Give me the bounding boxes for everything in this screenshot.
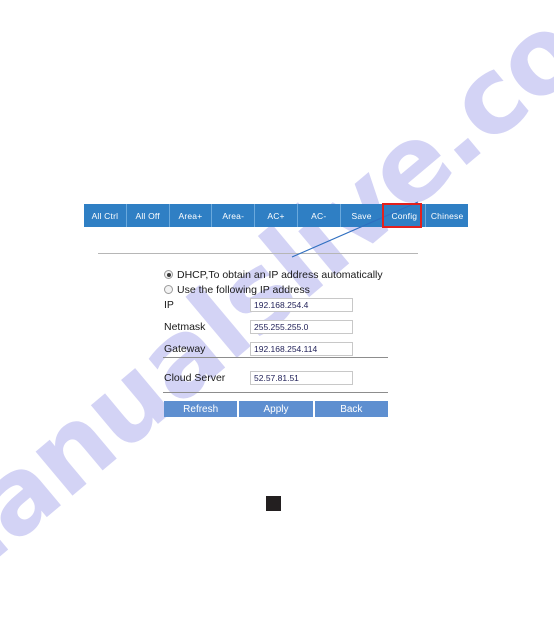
back-button[interactable]: Back [314,401,388,417]
toolbar-chinese[interactable]: Chinese [426,204,469,227]
ip-label: IP [164,299,174,311]
netmask-label: Netmask [164,321,206,333]
field-row-ip: IP 192.168.254.4 [164,297,388,313]
cloud-server-label: Cloud Server [164,372,226,384]
toolbar-all-off[interactable]: All Off [126,204,170,227]
refresh-button[interactable]: Refresh [164,401,240,417]
network-form: IP 192.168.254.4 Netmask 255.255.255.0 G… [164,297,388,363]
radio-static-label: Use the following IP address [177,283,310,296]
radio-option-dhcp[interactable]: DHCP,To obtain an IP address automatical… [164,268,383,281]
radio-option-static[interactable]: Use the following IP address [164,283,383,296]
cloud-divider-bottom [163,392,388,393]
ip-mode-radio-group: DHCP,To obtain an IP address automatical… [164,268,383,298]
radio-dhcp-icon[interactable] [164,270,173,279]
apply-button[interactable]: Apply [239,401,315,417]
toolbar-area-plus[interactable]: Area+ [169,204,213,227]
toolbar-config[interactable]: Config [383,204,427,227]
config-page: All Ctrl All Off Area+ Area- AC+ AC- Sav… [0,0,554,554]
action-button-bar: Refresh Apply Back [164,401,388,417]
netmask-input[interactable]: 255.255.255.0 [250,320,353,334]
field-row-gateway: Gateway 192.168.254.114 [164,341,388,357]
radio-dhcp-label: DHCP,To obtain an IP address automatical… [177,268,383,281]
page-marker-square [266,496,281,511]
field-row-netmask: Netmask 255.255.255.0 [164,319,388,335]
toolbar-ac-minus[interactable]: AC- [297,204,341,227]
toolbar-ac-plus[interactable]: AC+ [255,204,298,227]
gateway-input[interactable]: 192.168.254.114 [250,342,353,356]
field-row-cloud-server: Cloud Server 52.57.81.51 [164,370,353,386]
ip-input[interactable]: 192.168.254.4 [250,298,353,312]
cloud-server-input[interactable]: 52.57.81.51 [250,371,353,385]
gateway-label: Gateway [164,343,206,355]
top-divider [98,253,418,254]
toolbar-save[interactable]: Save [340,204,384,227]
main-toolbar: All Ctrl All Off Area+ Area- AC+ AC- Sav… [84,204,469,227]
toolbar-area-minus[interactable]: Area- [212,204,256,227]
toolbar-all-ctrl[interactable]: All Ctrl [84,204,127,227]
radio-static-icon[interactable] [164,285,173,294]
